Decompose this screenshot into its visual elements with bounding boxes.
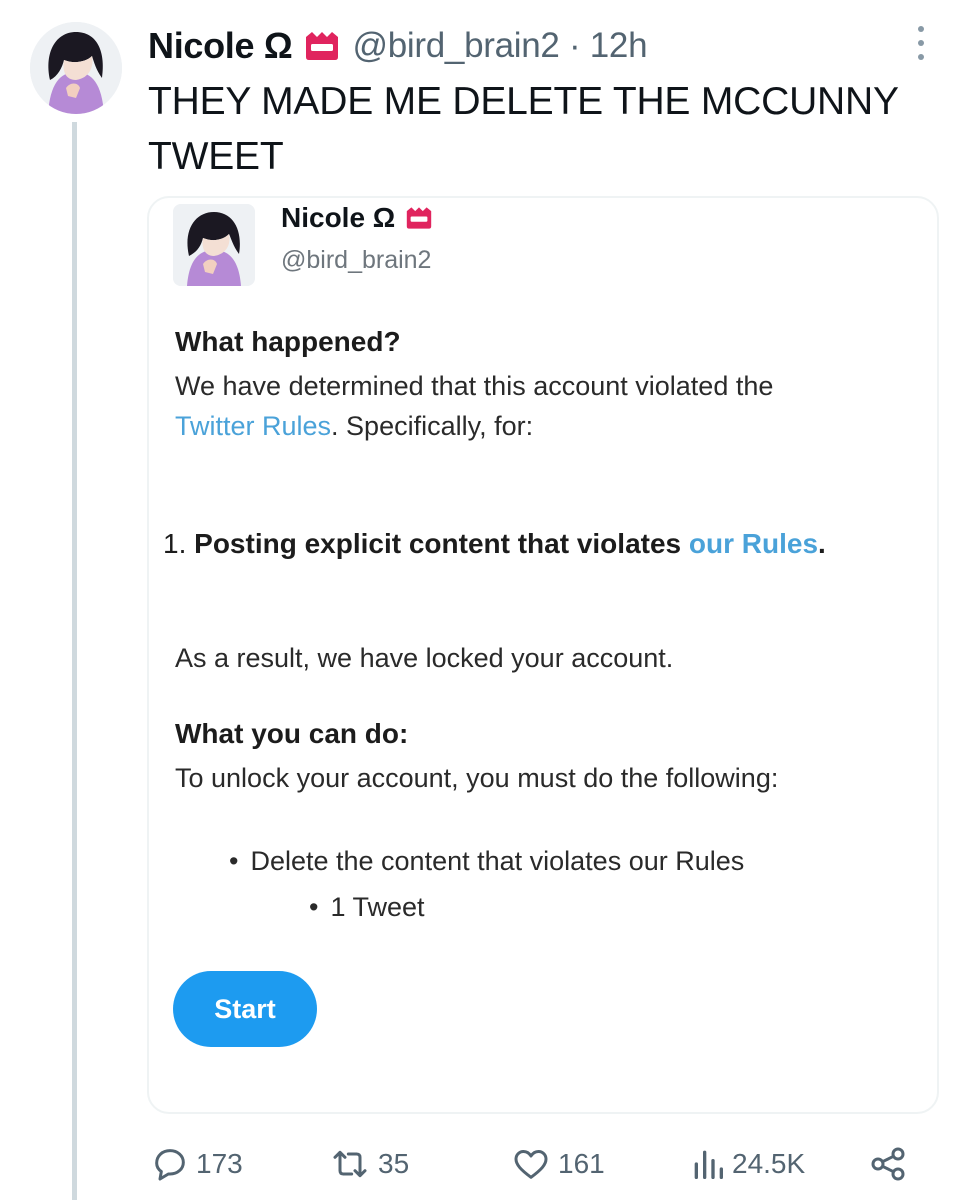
rule-number: 1. — [163, 528, 187, 559]
like-count: 161 — [558, 1148, 605, 1179]
violation-line-2-rest: . Specifically, for: — [331, 411, 534, 441]
tweet-text: THEY MADE ME DELETE THE MCCUNNY TWEET — [148, 80, 899, 178]
retweet-count: 35 — [378, 1148, 410, 1179]
our-rules-link[interactable]: our Rules — [689, 528, 818, 559]
handle-time[interactable]: @bird_brain2 · 12h — [353, 26, 648, 66]
avatar[interactable] — [30, 22, 122, 114]
avatar-image — [30, 22, 122, 114]
start-button[interactable]: Start — [173, 971, 317, 1047]
card-avatar — [173, 204, 255, 286]
what-happened-heading: What happened? — [175, 326, 401, 357]
rule-item: 1. Posting explicit content that violate… — [163, 528, 826, 560]
views-count: 24.5K — [732, 1148, 806, 1179]
reply-icon — [155, 1149, 185, 1181]
violation-line-1: We have determined that this account vio… — [175, 371, 774, 401]
badge-icon — [301, 29, 343, 63]
action-bar: 173 35 161 24.5K — [0, 1140, 968, 1188]
card-handle: @bird_brain2 — [281, 246, 432, 274]
views-icon — [694, 1150, 723, 1179]
result-text: As a result, we have locked your account… — [175, 643, 674, 673]
bullet-delete-content: Delete the content that violates our Rul… — [229, 846, 744, 877]
reply-button[interactable]: 173 — [150, 1140, 243, 1188]
badge-icon — [403, 205, 435, 231]
unlock-text: To unlock your account, you must do the … — [175, 763, 779, 793]
tweet-header: Nicole Ω @bird_brain2 · 12h — [148, 24, 648, 68]
violation-line-2: Twitter Rules. Specifically, for: — [175, 406, 533, 446]
what-you-can-do-heading: What you can do: — [175, 718, 409, 749]
thread-line — [72, 122, 77, 1200]
views-button[interactable]: 24.5K — [690, 1140, 805, 1188]
twitter-rules-link[interactable]: Twitter Rules — [175, 411, 331, 441]
retweet-button[interactable]: 35 — [328, 1140, 409, 1188]
reply-count: 173 — [196, 1148, 243, 1179]
like-button[interactable]: 161 — [510, 1140, 605, 1188]
card-name-text: Nicole Ω — [281, 202, 396, 233]
share-button[interactable] — [868, 1140, 914, 1188]
quoted-card[interactable]: Nicole Ω @bird_brain2 What happened? We … — [147, 196, 939, 1114]
bullet-tweet-count: 1 Tweet — [309, 892, 424, 923]
rule-end: . — [818, 528, 826, 559]
card-display-name: Nicole Ω — [281, 202, 435, 234]
more-icon[interactable] — [912, 26, 930, 60]
retweet-icon — [333, 1150, 367, 1178]
like-icon — [514, 1150, 548, 1179]
rule-text: Posting explicit content that violates — [194, 528, 682, 559]
share-icon — [871, 1147, 905, 1181]
display-name[interactable]: Nicole Ω — [148, 25, 293, 67]
